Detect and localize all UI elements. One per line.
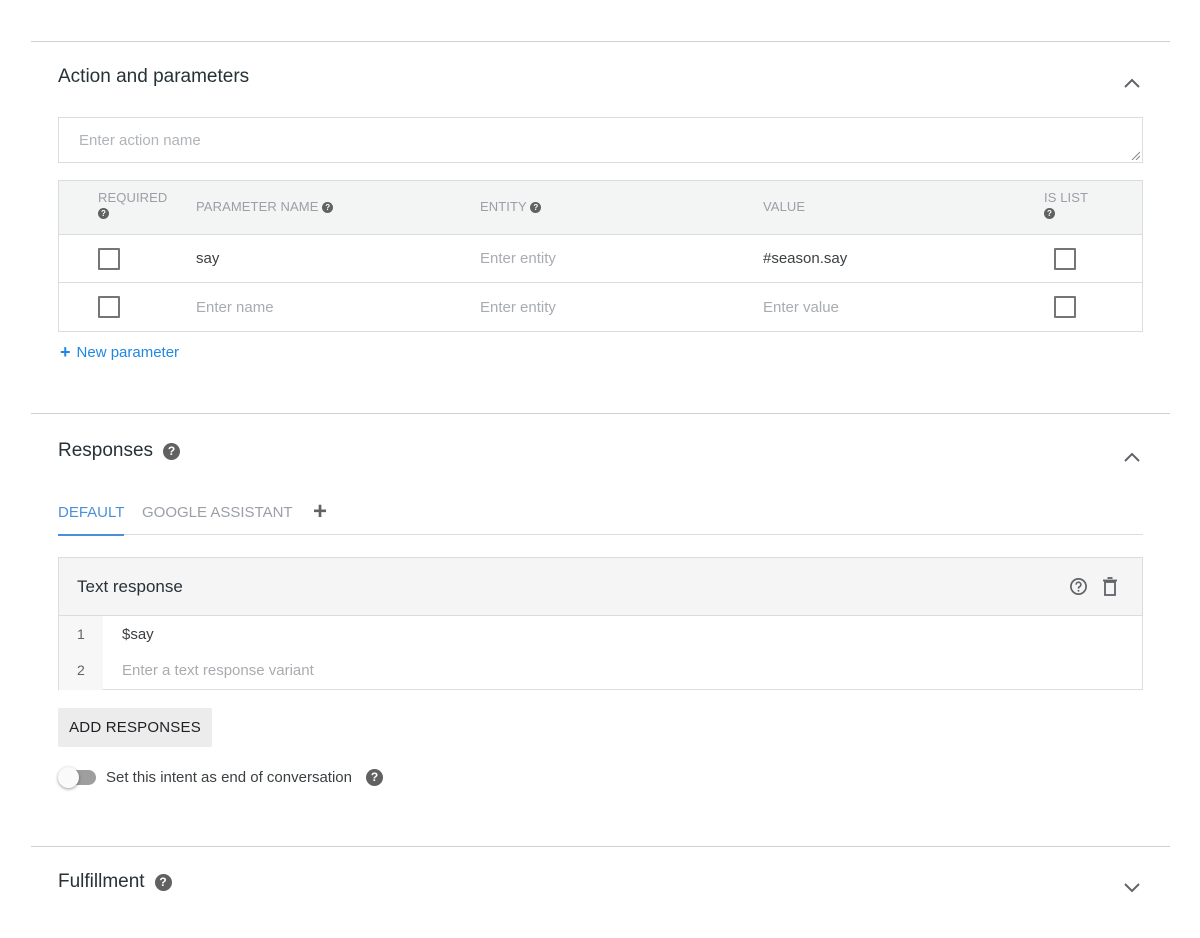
table-row	[59, 283, 1142, 331]
header-entity: ENTITY ?	[480, 199, 542, 214]
action-name-input[interactable]	[59, 118, 1142, 162]
header-value: VALUE	[763, 199, 805, 214]
entity-cell	[480, 235, 720, 282]
text-response-title: Text response	[77, 577, 183, 596]
help-icon[interactable]: ?	[163, 442, 181, 460]
responses-section-title: Responses ?	[58, 440, 181, 462]
trash-icon[interactable]	[1102, 577, 1118, 596]
new-parameter-link[interactable]: + New parameter	[60, 343, 179, 361]
line-number: 2	[77, 662, 85, 678]
is-list-cell	[1054, 283, 1076, 331]
responses-section-title-text: Responses	[58, 440, 154, 461]
value-input[interactable]	[763, 250, 1003, 267]
end-conversation-row: Set this intent as end of conversation ?	[58, 765, 383, 789]
section-divider	[31, 846, 1170, 847]
table-row	[59, 235, 1142, 283]
tab-google-assistant[interactable]: GOOGLE ASSISTANT	[142, 504, 293, 534]
section-divider	[31, 41, 1170, 42]
text-response-body: 1 $say 2	[59, 616, 1142, 690]
is-list-checkbox[interactable]	[1054, 247, 1076, 270]
help-icon[interactable]: ?	[365, 768, 383, 786]
parameter-name-input[interactable]	[196, 298, 436, 316]
help-icon[interactable]: ?	[154, 873, 172, 891]
header-parameter-name-label: PARAMETER NAME	[196, 199, 319, 214]
required-cell	[98, 235, 120, 282]
parameter-name-cell	[196, 283, 436, 331]
value-cell	[763, 283, 1003, 331]
header-parameter-name: PARAMETER NAME ?	[196, 199, 334, 214]
response-line-text[interactable]: $say	[122, 626, 154, 643]
header-is-list-label: IS LIST	[1044, 190, 1089, 205]
help-icon[interactable]: ?	[98, 208, 109, 220]
action-section-title-text: Action and parameters	[58, 66, 250, 87]
end-conversation-label: Set this intent as end of conversation	[106, 768, 352, 786]
line-number: 1	[77, 626, 85, 642]
required-checkbox[interactable]	[98, 247, 120, 270]
fulfillment-section-title-text: Fulfillment	[58, 871, 145, 892]
response-tabs: DEFAULT GOOGLE ASSISTANT +	[58, 498, 1143, 536]
help-circle-icon[interactable]	[1069, 577, 1088, 596]
parameter-name-cell	[196, 235, 436, 282]
is-list-checkbox[interactable]	[1054, 296, 1076, 318]
response-variant-input[interactable]	[122, 661, 1022, 679]
chevron-up-icon[interactable]	[1122, 447, 1142, 467]
header-entity-label: ENTITY	[480, 199, 527, 214]
action-name-field[interactable]	[58, 117, 1143, 163]
response-line: 2	[59, 652, 1142, 688]
help-icon[interactable]: ?	[322, 202, 334, 214]
resize-grip-icon[interactable]	[1130, 150, 1140, 160]
header-required-label: REQUIRED	[98, 190, 168, 205]
add-tab-icon[interactable]: +	[313, 498, 327, 526]
section-divider	[31, 413, 1170, 414]
end-conversation-toggle[interactable]	[58, 765, 98, 789]
toggle-knob	[58, 767, 79, 788]
entity-input[interactable]	[480, 250, 720, 267]
header-required: REQUIRED ?	[98, 190, 167, 220]
tab-default[interactable]: DEFAULT	[58, 504, 125, 536]
entity-input[interactable]	[480, 298, 720, 316]
parameter-name-input[interactable]	[196, 250, 436, 267]
header-is-list: IS LIST ?	[1044, 190, 1088, 220]
text-response-card: Text response 1 $say 2 Enter a text resp…	[58, 557, 1143, 690]
value-cell	[763, 235, 1003, 282]
chevron-down-icon[interactable]	[1122, 877, 1142, 897]
value-input[interactable]	[763, 298, 1003, 316]
help-icon[interactable]: ?	[530, 202, 542, 214]
action-section-title: Action and parameters	[58, 66, 249, 88]
plus-icon: +	[60, 342, 71, 362]
text-response-header: Text response	[59, 558, 1142, 616]
response-line: 1 $say	[59, 616, 1142, 652]
parameters-table-header: REQUIRED ? PARAMETER NAME ? ENTITY ? VAL…	[59, 181, 1142, 235]
required-checkbox[interactable]	[98, 296, 120, 318]
parameters-table: REQUIRED ? PARAMETER NAME ? ENTITY ? VAL…	[58, 180, 1143, 332]
is-list-cell	[1054, 235, 1076, 282]
header-value-label: VALUE	[763, 199, 806, 214]
required-cell	[98, 283, 120, 331]
entity-cell	[480, 283, 720, 331]
fulfillment-section-title: Fulfillment ?	[58, 871, 172, 893]
add-responses-button[interactable]: ADD RESPONSES	[58, 708, 212, 747]
help-icon[interactable]: ?	[1044, 208, 1055, 220]
chevron-up-icon[interactable]	[1122, 73, 1142, 93]
new-parameter-label: New parameter	[76, 343, 180, 361]
